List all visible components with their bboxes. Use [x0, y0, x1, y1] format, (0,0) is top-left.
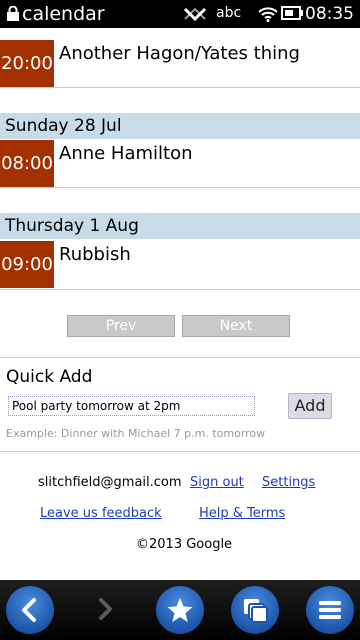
sign-out-link[interactable]: Sign out: [190, 475, 244, 491]
quick-add-example: Example: Dinner with Michael 7 p.m. tomo…: [6, 427, 266, 440]
battery-icon: [281, 6, 303, 20]
event-row[interactable]: 20:00 Another Hagon/Yates thing: [0, 40, 360, 87]
event-row[interactable]: 09:00 Rubbish: [0, 241, 360, 288]
feedback-link[interactable]: Leave us feedback: [40, 506, 162, 522]
back-icon: [22, 598, 36, 622]
wifi-icon: [258, 7, 278, 22]
bookmarks-button[interactable]: [156, 586, 204, 634]
event-time: 08:00: [0, 140, 54, 187]
event-title: Another Hagon/Yates thing: [59, 43, 300, 64]
event-title: Rubbish: [59, 244, 131, 265]
menu-button[interactable]: [306, 586, 354, 634]
account-email: slitchfield@gmail.com: [38, 475, 182, 490]
settings-link[interactable]: Settings: [262, 475, 315, 491]
event-time: 20:00: [0, 40, 54, 87]
quick-add-input[interactable]: [8, 396, 255, 416]
event-time: 09:00: [0, 241, 54, 288]
divider: [0, 187, 360, 188]
lock-icon: [7, 6, 19, 21]
menu-icon: [319, 601, 341, 619]
day-header: Sunday 28 Jul: [0, 113, 360, 139]
status-bar: calendar abc 08:35: [0, 0, 360, 28]
copyright: ©2013 Google: [136, 537, 233, 552]
notification-icon: [183, 7, 207, 21]
day-header: Thursday 1 Aug: [0, 213, 360, 239]
event-title: Anne Hamilton: [59, 143, 193, 164]
add-button[interactable]: Add: [288, 393, 332, 419]
windows-button[interactable]: [231, 586, 279, 634]
divider: [0, 289, 360, 290]
back-button[interactable]: [6, 586, 54, 634]
divider: [0, 451, 360, 452]
help-terms-link[interactable]: Help & Terms: [199, 506, 285, 522]
star-icon: [167, 598, 193, 622]
status-time: 08:35: [305, 4, 354, 24]
divider: [0, 87, 360, 88]
event-row[interactable]: 08:00 Anne Hamilton: [0, 140, 360, 187]
windows-icon: [244, 599, 268, 623]
keyboard-indicator: abc: [216, 5, 242, 21]
prev-button[interactable]: Prev: [67, 315, 175, 337]
next-button[interactable]: Next: [182, 315, 290, 337]
forward-icon[interactable]: [90, 594, 120, 624]
app-title: calendar: [22, 3, 105, 25]
browser-toolbar: [0, 580, 360, 640]
quick-add-title: Quick Add: [6, 367, 93, 387]
divider: [0, 357, 360, 358]
